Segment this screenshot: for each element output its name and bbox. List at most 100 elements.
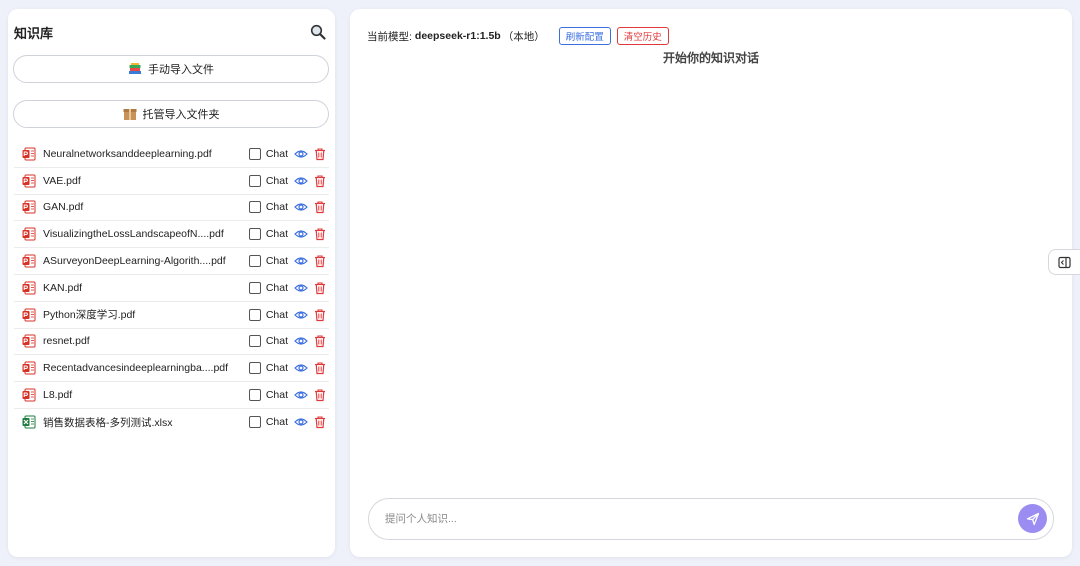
refresh-config-button[interactable]: 刷新配置 [558,27,611,45]
file-list: Neuralnetworksanddeeplearning.pdf Chat VAE… [14,141,329,436]
trash-icon[interactable] [313,227,327,241]
model-name: deepseek-r1:1.5b [414,30,501,42]
eye-icon[interactable] [294,388,308,402]
file-row: L8.pdf Chat [14,382,329,409]
send-button[interactable] [1018,504,1047,533]
model-bar: 当前模型: deepseek-r1:1.5b （本地） 刷新配置 清空历史 [367,27,669,45]
chat-checkbox[interactable] [248,228,261,241]
pdf-file-icon [22,254,36,268]
pdf-file-icon [22,334,36,348]
sidebar-header: 知识库 [14,21,327,43]
file-row: KAN.pdf Chat [14,275,329,302]
chat-label: Chat [265,201,288,214]
chat-label: Chat [265,228,288,241]
chat-label: Chat [265,147,288,160]
clear-history-button[interactable]: 清空历史 [616,27,669,45]
trash-icon[interactable] [313,308,327,322]
file-name: resnet.pdf [43,335,90,348]
trash-icon[interactable] [313,361,327,375]
file-name: Python深度学习.pdf [43,309,136,322]
pdf-file-icon [22,227,36,241]
chat-label: Chat [265,255,288,268]
trash-icon[interactable] [313,388,327,402]
chat-input-bar [368,498,1054,540]
pdf-file-icon [22,174,36,188]
trash-icon[interactable] [313,200,327,214]
box-icon [123,107,137,121]
chat-checkbox[interactable] [248,147,261,160]
pdf-file-icon [22,308,36,322]
books-icon [128,62,142,76]
eye-icon[interactable] [294,147,308,161]
file-row: Python深度学习.pdf Chat [14,302,329,329]
eye-icon[interactable] [294,227,308,241]
file-name: VAE.pdf [43,174,81,187]
file-row: VisualizingtheLossLandscapeofN....pdf Cha… [14,221,329,249]
chat-checkbox[interactable] [248,308,261,321]
folder-import-label: 托管导入文件夹 [142,109,220,121]
eye-icon[interactable] [294,334,308,348]
model-prefix: 当前模型: [367,30,412,43]
chat-label: Chat [265,174,288,187]
file-name: KAN.pdf [43,281,83,294]
send-icon [1026,512,1040,526]
file-row: 销售数据表格-多列测试.xlsx Chat [14,409,329,436]
eye-icon[interactable] [294,308,308,322]
pdf-file-icon [22,147,36,161]
file-name: L8.pdf [43,389,73,402]
chat-label: Chat [265,389,288,402]
chat-input[interactable] [385,499,1005,539]
manual-import-label: 手动导入文件 [148,64,214,76]
eye-icon[interactable] [294,200,308,214]
chat-checkbox[interactable] [248,201,261,214]
pdf-file-icon [22,200,36,214]
model-suffix: （本地） [502,30,545,43]
trash-icon[interactable] [313,147,327,161]
file-name: GAN.pdf [43,201,84,214]
chat-checkbox[interactable] [248,389,261,402]
file-name: Neuralnetworksanddeeplearning.pdf [43,147,212,160]
file-row: Neuralnetworksanddeeplearning.pdf Chat [14,141,329,168]
chat-checkbox[interactable] [248,416,261,429]
search-icon[interactable] [309,23,327,41]
chat-checkbox[interactable] [248,335,261,348]
pdf-file-icon [22,361,36,375]
trash-icon[interactable] [313,334,327,348]
eye-icon[interactable] [294,281,308,295]
file-name: 销售数据表格-多列测试.xlsx [43,416,173,429]
eye-icon[interactable] [294,174,308,188]
file-row: VAE.pdf Chat [14,168,329,195]
chat-label: Chat [265,362,288,375]
chat-checkbox[interactable] [248,362,261,375]
excel-file-icon [22,415,36,429]
file-name: VisualizingtheLossLandscapeofN....pdf [43,228,224,241]
chat-label: Chat [265,416,288,429]
knowledge-base-sidebar: 知识库 手动导入文件 托管导入文件夹 Neuralnetworksanddeep… [8,9,335,557]
chat-checkbox[interactable] [248,255,261,268]
folder-import-button[interactable]: 托管导入文件夹 [13,100,329,128]
chat-title: 开始你的知识对话 [662,51,759,65]
file-row: ASurveyonDeepLearning-Algorith....pdf Cha… [14,248,329,275]
trash-icon[interactable] [313,174,327,188]
chat-label: Chat [265,308,288,321]
file-row: Recentadvancesindeeplearningba....pdf Cha… [14,355,329,383]
trash-icon[interactable] [313,281,327,295]
panel-toggle-icon [1058,256,1071,269]
eye-icon[interactable] [294,415,308,429]
trash-icon[interactable] [313,415,327,429]
chat-label: Chat [265,335,288,348]
chat-label: Chat [265,281,288,294]
file-row: resnet.pdf Chat [14,329,329,356]
eye-icon[interactable] [294,361,308,375]
manual-import-button[interactable]: 手动导入文件 [13,55,329,83]
eye-icon[interactable] [294,254,308,268]
chat-panel: 当前模型: deepseek-r1:1.5b （本地） 刷新配置 清空历史 开始… [350,9,1072,557]
pdf-file-icon [22,281,36,295]
file-row: GAN.pdf Chat [14,195,329,222]
file-name: ASurveyonDeepLearning-Algorith....pdf [43,255,226,268]
chat-checkbox[interactable] [248,281,261,294]
trash-icon[interactable] [313,254,327,268]
panel-toggle-button[interactable] [1048,249,1080,275]
chat-checkbox[interactable] [248,174,261,187]
pdf-file-icon [22,388,36,402]
